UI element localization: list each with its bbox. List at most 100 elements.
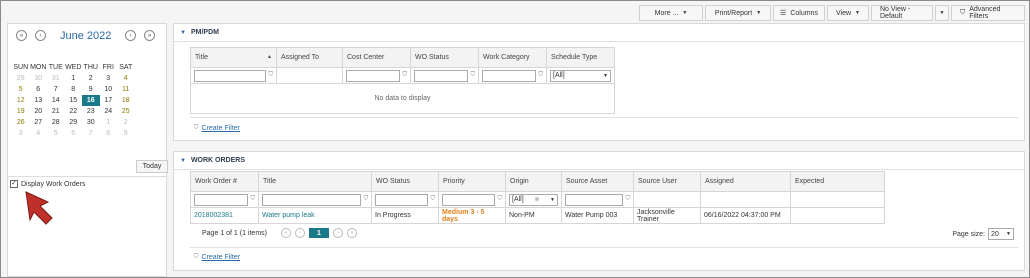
title-filter-input[interactable] (262, 193, 362, 206)
create-filter-link[interactable]: Create Filter (202, 254, 241, 261)
column-header-assigned-to[interactable]: Assigned To (276, 47, 343, 68)
calendar-day[interactable]: 7 (82, 128, 100, 139)
columns-button[interactable]: ☰ Columns (773, 5, 825, 21)
page-number-button[interactable]: 1 (308, 228, 329, 238)
filter-icon[interactable]: ⛉ (538, 72, 543, 79)
calendar-day[interactable]: 29 (65, 117, 83, 128)
calendar-day[interactable]: 19 (12, 106, 30, 117)
calendar-day[interactable]: 14 (47, 95, 65, 106)
chevron-down-icon[interactable]: ▼ (180, 158, 186, 164)
priority-filter-input[interactable] (442, 193, 496, 206)
view-selector-dropdown-button[interactable]: ▼ (935, 5, 949, 21)
work-order-title[interactable]: Water pump leak (262, 212, 315, 219)
page-size-select[interactable]: 20 ▼ (988, 228, 1014, 240)
column-header-work-order-number[interactable]: Work Order # (190, 171, 259, 192)
today-button[interactable]: Today (136, 160, 168, 173)
last-page-icon[interactable]: » (346, 228, 357, 238)
calendar-day[interactable]: 7 (47, 84, 65, 95)
calendar-day[interactable]: 16 (82, 95, 100, 106)
column-header-assigned[interactable]: Assigned (700, 171, 791, 192)
calendar-day[interactable]: 31 (47, 73, 65, 84)
column-header-title[interactable]: Title (258, 171, 372, 192)
calendar-day[interactable]: 21 (47, 106, 65, 117)
calendar-month-title[interactable]: June 2022 (60, 30, 111, 42)
calendar-day[interactable]: 8 (100, 128, 118, 139)
column-header-wo-status[interactable]: WO Status (371, 171, 439, 192)
column-header-work-category[interactable]: Work Category (478, 47, 547, 68)
calendar-day[interactable]: 22 (65, 106, 83, 117)
calendar-day[interactable]: 5 (47, 128, 65, 139)
calendar-day[interactable]: 12 (12, 95, 30, 106)
calendar-day[interactable]: 3 (100, 73, 118, 84)
view-button[interactable]: View ▼ (827, 5, 869, 21)
checkbox-checked-icon[interactable]: ✓ (10, 180, 18, 188)
calendar-day[interactable]: 3 (12, 128, 30, 139)
calendar-day[interactable]: 15 (65, 95, 83, 106)
column-header-expected[interactable]: Expected (790, 171, 885, 192)
source-asset-filter-input[interactable] (565, 193, 624, 206)
calendar-day[interactable]: 13 (30, 95, 48, 106)
title-filter-input[interactable] (194, 69, 267, 82)
cost-center-filter-input[interactable] (346, 69, 401, 82)
calendar-day[interactable]: 4 (117, 73, 135, 84)
wo-status-filter-input[interactable] (375, 193, 429, 206)
advanced-filters-button[interactable]: ⛉ Advanced Filters (951, 5, 1025, 21)
prev-month-icon[interactable]: ‹ (35, 30, 46, 41)
calendar-day[interactable]: 27 (30, 117, 48, 128)
assigned-to-filter-input[interactable] (280, 69, 339, 82)
calendar-day[interactable]: 23 (82, 106, 100, 117)
calendar-day[interactable]: 1 (100, 117, 118, 128)
next-page-icon[interactable]: › (332, 228, 343, 238)
prev-page-icon[interactable]: ‹ (294, 228, 305, 238)
calendar-day[interactable]: 6 (30, 84, 48, 95)
column-header-schedule-type[interactable]: Schedule Type (546, 47, 615, 68)
calendar-day[interactable]: 17 (100, 95, 118, 106)
calendar-day[interactable]: 9 (82, 84, 100, 95)
next-year-icon[interactable]: » (144, 30, 155, 41)
column-header-cost-center[interactable]: Cost Center (342, 47, 411, 68)
column-header-title[interactable]: Title ▲ (190, 47, 277, 68)
calendar-day[interactable]: 8 (65, 84, 83, 95)
filter-icon[interactable]: ⛉ (625, 196, 630, 203)
calendar-day[interactable]: 30 (82, 117, 100, 128)
work-orders-header[interactable]: ▼ WORK ORDERS (180, 157, 245, 164)
chevron-down-icon[interactable]: ▼ (180, 30, 186, 36)
calendar-day[interactable]: 4 (30, 128, 48, 139)
work-category-filter-input[interactable] (482, 69, 537, 82)
filter-icon[interactable]: ⛉ (402, 72, 407, 79)
work-order-link[interactable]: 2018002381 (194, 212, 233, 219)
calendar-day[interactable]: 29 (12, 73, 30, 84)
filter-icon[interactable]: ⛉ (250, 196, 255, 203)
calendar-day[interactable]: 9 (117, 128, 135, 139)
column-header-wo-status[interactable]: WO Status (410, 47, 479, 68)
calendar-day[interactable]: 28 (47, 117, 65, 128)
filter-icon[interactable]: ⛉ (363, 196, 368, 203)
prev-year-icon[interactable]: « (16, 30, 27, 41)
calendar-day[interactable]: 30 (30, 73, 48, 84)
calendar-day[interactable]: 24 (100, 106, 118, 117)
next-month-icon[interactable]: › (125, 30, 136, 41)
schedule-type-filter-select[interactable]: [All] ▼ (550, 69, 611, 82)
print-report-button[interactable]: Print/Report ▼ (705, 5, 771, 21)
view-selector[interactable]: No View - Default (871, 5, 933, 21)
calendar-day[interactable]: 2 (82, 73, 100, 84)
wo-create-filter[interactable]: ⛉ Create Filter (194, 254, 240, 261)
pm-create-filter[interactable]: ⛉ Create Filter (194, 125, 240, 132)
more-button[interactable]: More ... ▼ (639, 5, 703, 21)
calendar-day[interactable]: 25 (117, 106, 135, 117)
pm-pdm-header[interactable]: ▼ PM/PDM (180, 29, 219, 36)
column-header-priority[interactable]: Priority (438, 171, 506, 192)
calendar-day[interactable]: 6 (65, 128, 83, 139)
wo-status-filter-input[interactable] (414, 69, 469, 82)
calendar-day[interactable]: 26 (12, 117, 30, 128)
calendar-day[interactable]: 10 (100, 84, 118, 95)
filter-icon[interactable]: ⛉ (268, 72, 273, 79)
display-work-orders-toggle[interactable]: ✓ Display Work Orders (10, 180, 85, 188)
first-page-icon[interactable]: « (280, 228, 291, 238)
calendar-day[interactable]: 18 (117, 95, 135, 106)
calendar-day[interactable]: 11 (117, 84, 135, 95)
column-header-source-asset[interactable]: Source Asset (561, 171, 634, 192)
column-header-source-user[interactable]: Source User (633, 171, 701, 192)
filter-icon[interactable]: ⛉ (430, 196, 435, 203)
calendar-day[interactable]: 1 (65, 73, 83, 84)
